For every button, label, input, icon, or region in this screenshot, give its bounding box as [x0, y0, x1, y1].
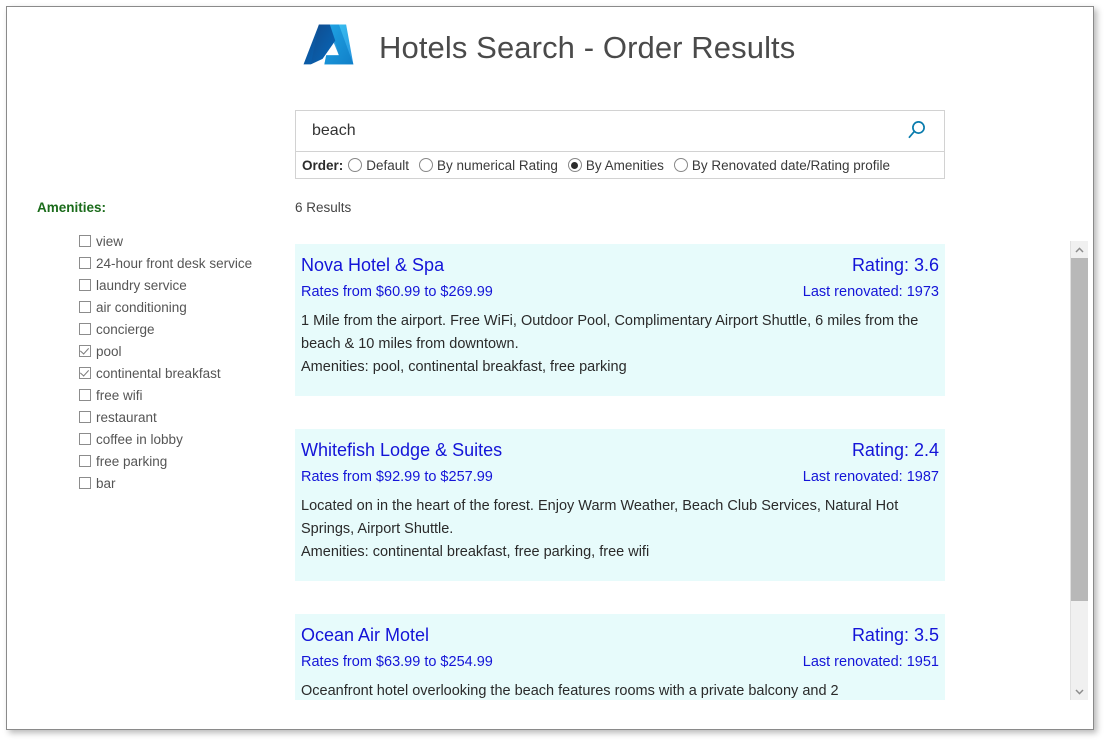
- amenity-label: air conditioning: [96, 299, 187, 315]
- checkbox-icon: [79, 477, 91, 489]
- hotel-name-link[interactable]: Nova Hotel & Spa: [301, 255, 444, 276]
- results-list: Nova Hotel & Spa Rating: 3.6 Rates from …: [295, 244, 945, 700]
- scroll-up-button[interactable]: [1071, 241, 1088, 258]
- amenity-item-view[interactable]: view: [79, 230, 277, 252]
- amenity-item-bar[interactable]: bar: [79, 472, 277, 494]
- hotel-amenities: Amenities: continental breakfast, free p…: [301, 544, 650, 560]
- amenity-item-air-conditioning[interactable]: air conditioning: [79, 296, 277, 318]
- amenity-item-restaurant[interactable]: restaurant: [79, 406, 277, 428]
- checkbox-icon: [79, 411, 91, 423]
- order-option-default[interactable]: Default: [348, 158, 409, 173]
- hotel-name-link[interactable]: Ocean Air Motel: [301, 625, 429, 646]
- hotel-amenities: Amenities: pool, continental breakfast, …: [301, 359, 627, 375]
- order-option-renovated-date[interactable]: By Renovated date/Rating profile: [673, 157, 891, 173]
- result-card-rates-row: Rates from $63.99 to $254.99 Last renova…: [301, 646, 939, 670]
- amenity-label: restaurant: [96, 409, 157, 425]
- order-row: Order: Default By numerical Rating By Am…: [296, 151, 944, 178]
- hotel-rating: Rating: 3.5: [851, 625, 939, 645]
- hotel-renovated: Last renovated: 1973: [802, 284, 939, 300]
- hotel-description: 1 Mile from the airport. Free WiFi, Outd…: [301, 313, 919, 352]
- results-count: 6 Results: [295, 200, 352, 215]
- amenities-list: view 24-hour front desk service laundry …: [37, 230, 277, 494]
- amenity-label: 24-hour front desk service: [96, 255, 253, 271]
- order-option-label: Default: [366, 157, 410, 173]
- search-icon: [906, 119, 928, 144]
- result-card-title-row: Whitefish Lodge & Suites Rating: 2.4: [301, 440, 939, 461]
- checkbox-icon: [79, 279, 91, 291]
- search-row: [296, 111, 944, 151]
- amenities-heading: Amenities:: [37, 200, 107, 215]
- search-panel: Order: Default By numerical Rating By Am…: [295, 110, 945, 179]
- scrollbar-track[interactable]: [1071, 258, 1088, 683]
- amenity-label: view: [96, 233, 124, 249]
- order-option-label: By Amenities: [585, 157, 664, 173]
- app-header: Hotels Search - Order Results: [299, 19, 795, 77]
- checkbox-icon: [79, 323, 91, 335]
- amenity-label: free parking: [96, 453, 168, 469]
- checkbox-icon: [79, 235, 91, 247]
- amenity-item-front-desk[interactable]: 24-hour front desk service: [79, 252, 277, 274]
- radio-icon-selected: [567, 158, 582, 172]
- result-card-title-row: Ocean Air Motel Rating: 3.5: [301, 625, 939, 646]
- amenity-label: pool: [96, 343, 122, 359]
- azure-logo-icon: [299, 19, 357, 77]
- amenity-label: concierge: [96, 321, 155, 337]
- result-card: Whitefish Lodge & Suites Rating: 2.4 Rat…: [295, 429, 945, 581]
- amenity-item-free-parking[interactable]: free parking: [79, 450, 277, 472]
- amenities-sidebar: Amenities: view 24-hour front desk servi…: [37, 200, 277, 494]
- hotel-renovated: Last renovated: 1987: [802, 469, 939, 485]
- amenity-label: bar: [96, 475, 116, 491]
- hotel-rating: Rating: 3.6: [851, 255, 939, 275]
- hotel-description: Located on in the heart of the forest. E…: [301, 498, 899, 537]
- scrollbar-thumb[interactable]: [1071, 258, 1088, 601]
- result-card: Nova Hotel & Spa Rating: 3.6 Rates from …: [295, 244, 945, 396]
- hotel-rates: Rates from $60.99 to $269.99: [301, 284, 493, 300]
- checkbox-icon: [79, 301, 91, 313]
- amenity-label: continental breakfast: [96, 365, 221, 381]
- result-card-title-row: Nova Hotel & Spa Rating: 3.6: [301, 255, 939, 276]
- results-scrollbar[interactable]: [1070, 241, 1088, 700]
- hotel-rates: Rates from $63.99 to $254.99: [301, 654, 493, 670]
- page-title: Hotels Search - Order Results: [379, 30, 796, 65]
- amenity-label: coffee in lobby: [96, 431, 183, 447]
- hotel-description: Oceanfront hotel overlooking the beach f…: [301, 683, 839, 699]
- scroll-down-button[interactable]: [1071, 683, 1088, 700]
- order-option-label: By Renovated date/Rating profile: [691, 157, 891, 173]
- order-label: Order:: [302, 157, 344, 173]
- amenity-label: free wifi: [96, 387, 143, 403]
- order-option-amenities[interactable]: By Amenities: [567, 157, 664, 173]
- amenity-label: laundry service: [96, 277, 187, 293]
- amenity-item-concierge[interactable]: concierge: [79, 318, 277, 340]
- hotel-rates: Rates from $92.99 to $257.99: [301, 469, 493, 485]
- result-card-rates-row: Rates from $60.99 to $269.99 Last renova…: [301, 276, 939, 300]
- radio-icon: [673, 158, 688, 172]
- amenity-item-coffee-in-lobby[interactable]: coffee in lobby: [79, 428, 277, 450]
- chevron-down-icon: [1075, 688, 1084, 695]
- chevron-up-icon: [1075, 246, 1084, 253]
- order-option-numerical-rating[interactable]: By numerical Rating: [419, 158, 558, 173]
- order-option-label: By numerical Rating: [437, 157, 558, 173]
- checkbox-icon-checked: [79, 367, 91, 379]
- result-card: Ocean Air Motel Rating: 3.5 Rates from $…: [295, 614, 945, 700]
- checkbox-icon: [79, 455, 91, 467]
- hotel-rating: Rating: 2.4: [851, 440, 939, 460]
- amenity-item-continental-breakfast[interactable]: continental breakfast: [79, 362, 277, 384]
- result-card-rates-row: Rates from $92.99 to $257.99 Last renova…: [301, 461, 939, 485]
- checkbox-icon: [79, 389, 91, 401]
- checkbox-icon: [79, 433, 91, 445]
- radio-icon: [419, 158, 434, 172]
- checkbox-icon-checked: [79, 345, 91, 357]
- search-input[interactable]: [312, 122, 902, 140]
- amenity-item-pool[interactable]: pool: [79, 340, 277, 362]
- amenity-item-laundry-service[interactable]: laundry service: [79, 274, 277, 296]
- hotel-name-link[interactable]: Whitefish Lodge & Suites: [301, 440, 502, 461]
- amenity-item-free-wifi[interactable]: free wifi: [79, 384, 277, 406]
- search-button[interactable]: [902, 116, 932, 146]
- hotel-renovated: Last renovated: 1951: [802, 654, 939, 670]
- checkbox-icon: [79, 257, 91, 269]
- radio-icon: [348, 158, 363, 172]
- app-window: Hotels Search - Order Results Order: Def…: [6, 6, 1094, 730]
